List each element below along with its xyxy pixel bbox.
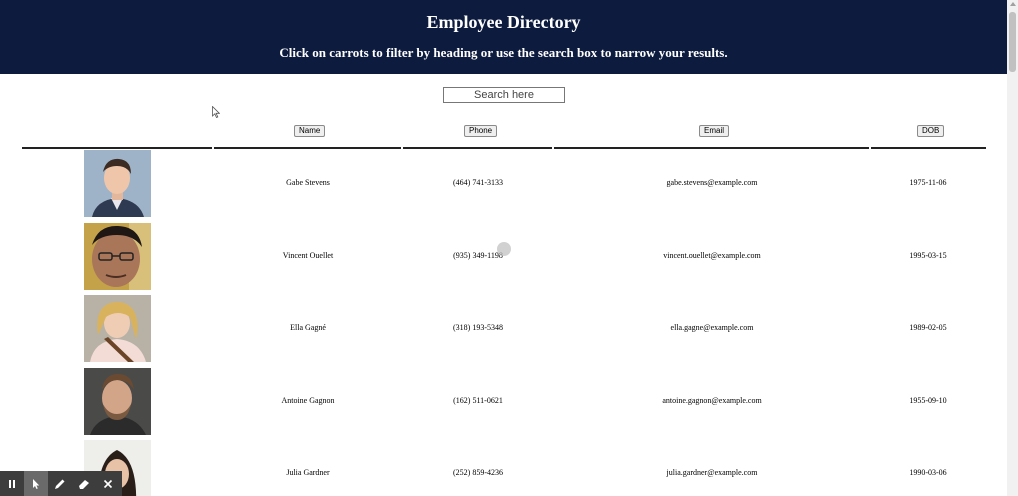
sort-phone-button[interactable]: Phone <box>464 125 498 137</box>
avatar <box>84 150 151 217</box>
page: Employee Directory Click on carrots to f… <box>0 0 1018 496</box>
table-row: Ella Gagné (318) 193-5348 ella.gagne@exa… <box>0 293 1007 365</box>
pen-button[interactable] <box>48 471 72 496</box>
table-row: Julia Gardner (252) 859-4236 julia.gardn… <box>0 438 1007 496</box>
employee-phone: (935) 349-1198 <box>453 251 503 260</box>
header: Employee Directory Click on carrots to f… <box>0 0 1007 74</box>
pointer-icon <box>33 478 40 489</box>
table-row: Gabe Stevens (464) 741-3133 gabe.stevens… <box>0 148 1007 220</box>
pause-button[interactable] <box>0 471 24 496</box>
search-input[interactable] <box>443 87 565 103</box>
pointer-button[interactable] <box>24 471 48 496</box>
eraser-icon <box>79 479 89 489</box>
employee-phone: (464) 741-3133 <box>453 178 503 187</box>
scroll-thumb[interactable] <box>1009 12 1016 72</box>
employee-name: Vincent Ouellet <box>282 251 334 260</box>
page-title: Employee Directory <box>426 12 581 32</box>
employee-dob: 1990-03-06 <box>909 468 947 477</box>
employee-phone: (252) 859-4236 <box>453 468 503 477</box>
pause-icon <box>9 479 15 488</box>
employee-name: Julia Gardner <box>286 468 330 477</box>
employee-phone: (162) 511-0621 <box>453 396 503 405</box>
avatar <box>84 368 151 435</box>
sort-email-button[interactable]: Email <box>699 125 730 137</box>
vertical-scrollbar[interactable] <box>1007 0 1018 496</box>
employee-email: vincent.ouellet@example.com <box>663 251 761 260</box>
table-row: Vincent Ouellet (935) 349-1198 vincent.o… <box>0 221 1007 293</box>
sort-dob-button[interactable]: DOB <box>917 125 945 137</box>
page-subtitle: Click on carrots to filter by heading or… <box>279 45 728 60</box>
employee-name: Ella Gagné <box>290 323 326 332</box>
employee-dob: 1989-02-05 <box>909 323 947 332</box>
employee-email: gabe.stevens@example.com <box>666 178 758 187</box>
employee-phone: (318) 193-5348 <box>453 323 503 332</box>
employee-email: julia.gardner@example.com <box>666 468 758 477</box>
employee-name: Antoine Gagnon <box>281 396 335 405</box>
pen-icon <box>55 479 65 489</box>
close-icon <box>103 479 113 488</box>
annotation-toolbar <box>0 471 122 496</box>
click-indicator <box>497 242 511 256</box>
table-row: Antoine Gagnon (162) 511-0621 antoine.ga… <box>0 366 1007 438</box>
avatar <box>84 223 151 290</box>
sort-name-button[interactable]: Name <box>294 125 326 137</box>
employee-name: Gabe Stevens <box>286 178 330 187</box>
mouse-cursor-icon <box>212 105 221 123</box>
eraser-button[interactable] <box>72 471 96 496</box>
employee-email: ella.gagne@example.com <box>670 323 754 332</box>
employee-dob: 1975-11-06 <box>909 178 947 187</box>
close-button[interactable] <box>96 471 120 496</box>
employee-dob: 1955-09-10 <box>909 396 947 405</box>
employee-email: antoine.gagnon@example.com <box>662 396 762 405</box>
scroll-up-icon[interactable] <box>1010 2 1016 6</box>
employee-dob: 1995-03-15 <box>909 251 947 260</box>
avatar <box>84 295 151 362</box>
